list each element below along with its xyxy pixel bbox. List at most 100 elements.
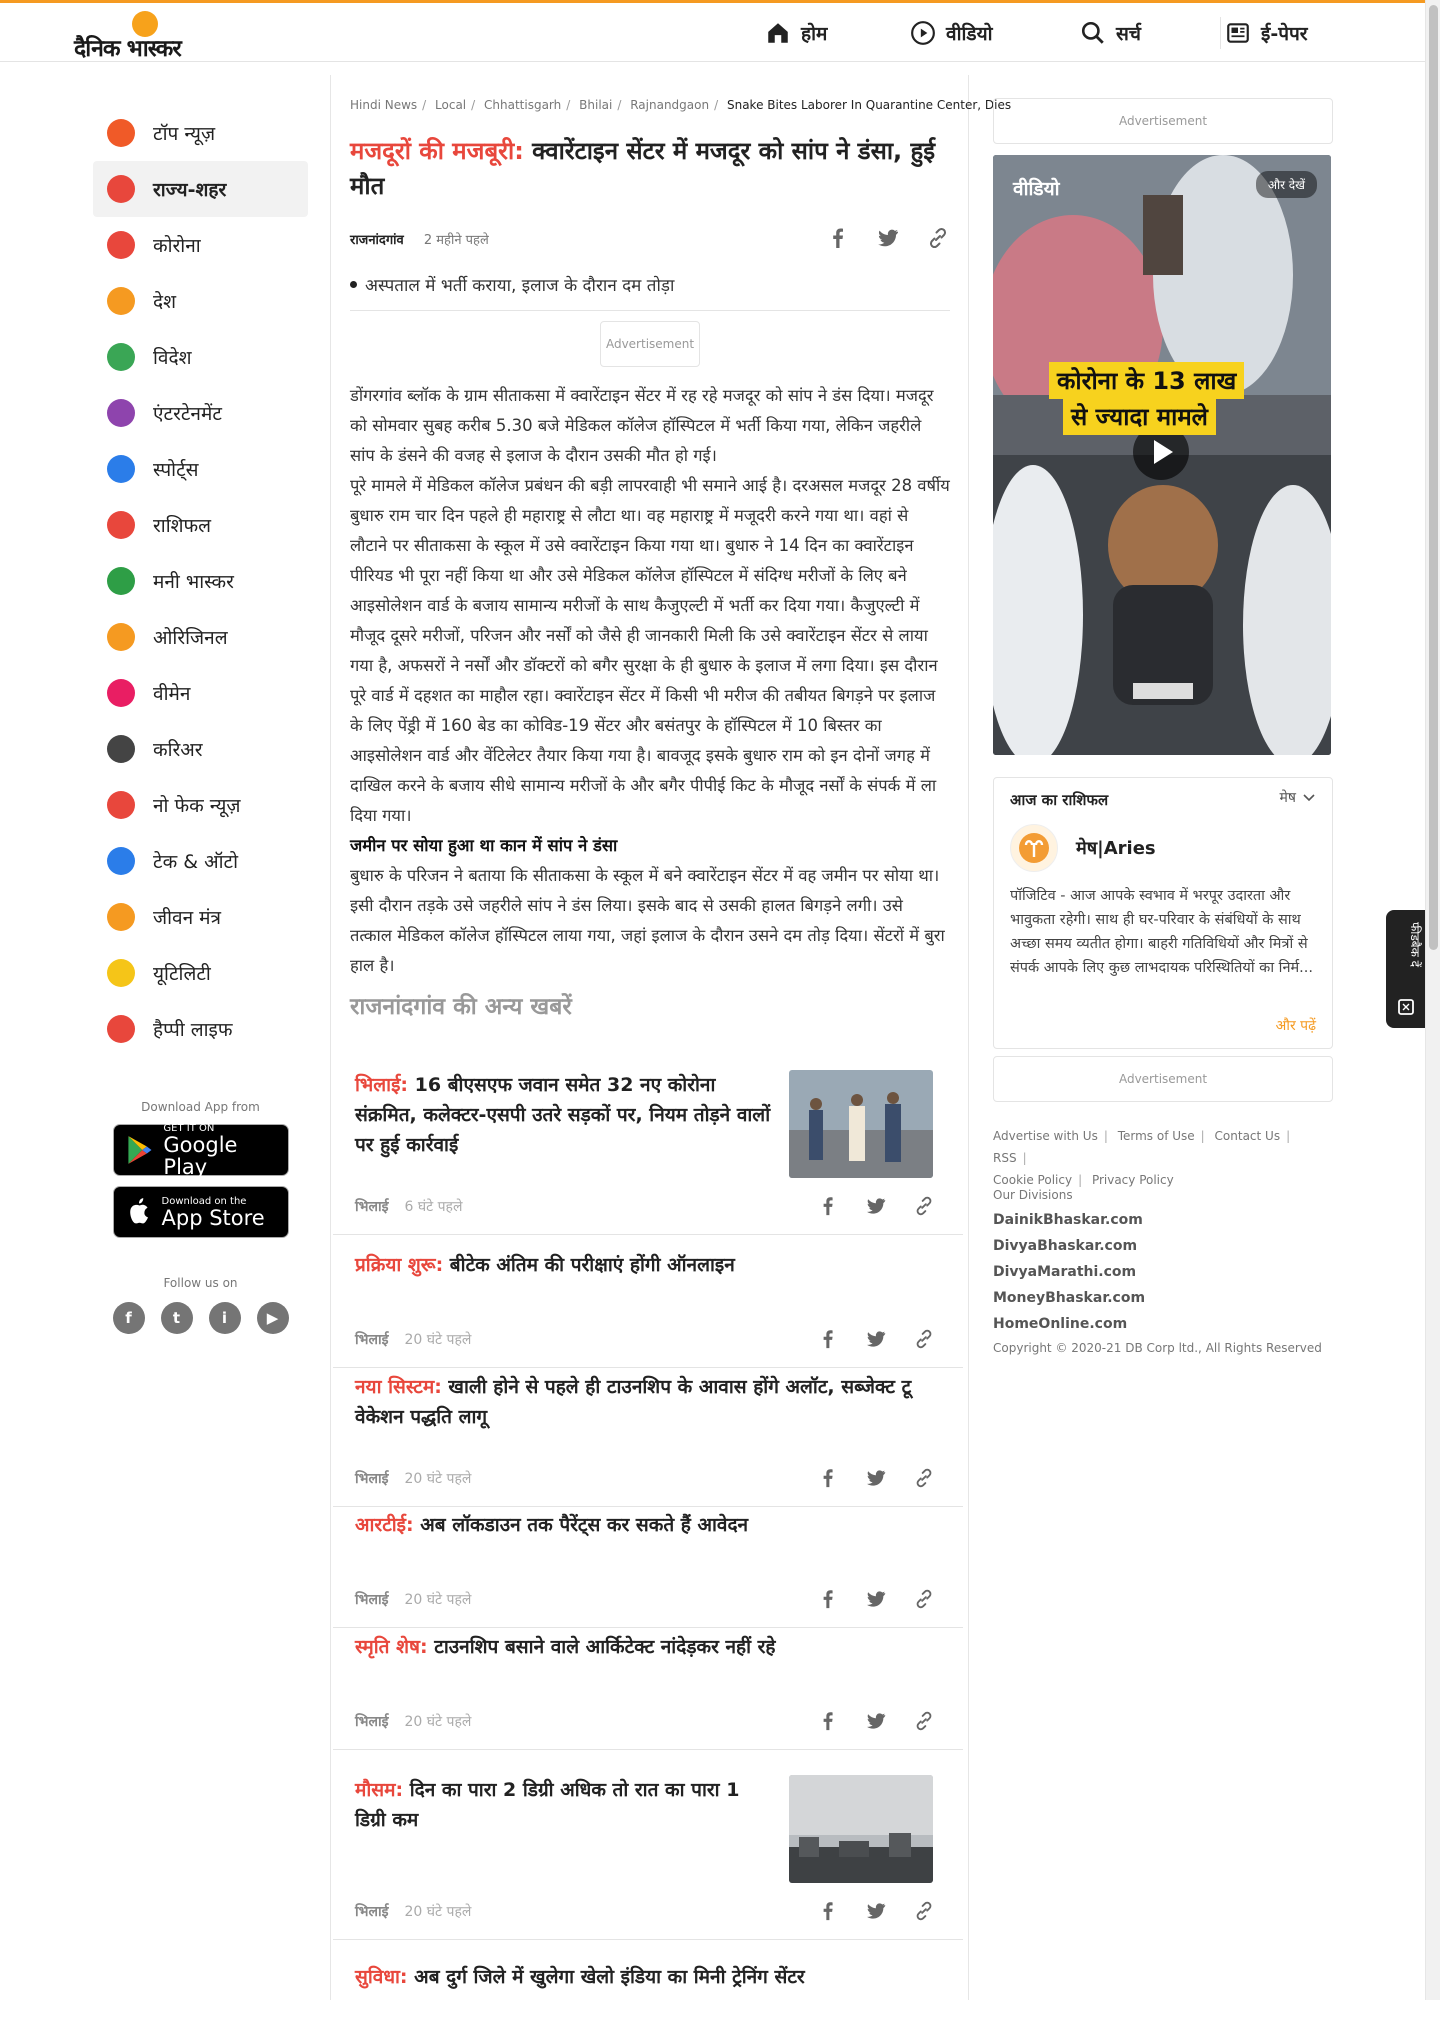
sidebar-item-13[interactable]: टेक & ऑटो [93, 833, 308, 889]
youtube-icon[interactable]: ▶ [256, 1302, 289, 1334]
article: Hindi News / Local / Chhattisgarh / Bhilai /… [350, 98, 1011, 1021]
sidebar-item-6[interactable]: स्पोर्ट्स [93, 441, 308, 497]
breadcrumb-rajnandgaon[interactable]: Rajnandgaon [630, 98, 709, 112]
article-city[interactable]: राजनांदगांव [350, 233, 404, 248]
news-item-city[interactable]: भिलाई [355, 1199, 388, 1215]
breadcrumb-bhilai[interactable]: Bhilai [579, 98, 612, 112]
scrollbar-thumb[interactable] [1429, 5, 1438, 950]
link-copy-icon[interactable] [913, 1900, 935, 1922]
twitter-share-icon[interactable] [865, 1710, 887, 1732]
facebook-share-icon[interactable] [817, 1588, 839, 1610]
sidebar-item-7[interactable]: राशिफल [93, 497, 308, 553]
news-list-item[interactable]: नया सिस्टम: खाली होने से पहले ही टाउनशिप… [333, 1372, 963, 1507]
inline-advertisement[interactable]: Advertisement [600, 321, 700, 367]
facebook-share-icon[interactable] [817, 1328, 839, 1350]
news-item-title[interactable]: आरटीई: अब लॉकडाउन तक पैरेंट्स कर सकते है… [355, 1510, 935, 1540]
sidebar-item-14[interactable]: जीवन मंत्र [93, 889, 308, 945]
twitter-share-icon[interactable] [876, 226, 900, 250]
news-item-city[interactable]: भिलाई [355, 1904, 388, 1920]
division-link-homeonline[interactable]: HomeOnline.com [993, 1311, 1333, 1337]
news-thumbnail[interactable] [789, 1070, 933, 1178]
link-copy-icon[interactable] [913, 1195, 935, 1217]
footer-rss-link[interactable]: RSS [993, 1151, 1017, 1165]
logo-text: दैनिक भास्कर [74, 35, 182, 62]
nav-epaper[interactable]: ई-पेपर [1225, 15, 1308, 51]
twitter-share-icon[interactable] [865, 1328, 887, 1350]
twitter-share-icon[interactable] [865, 1195, 887, 1217]
sidebar-item-2[interactable]: कोरोना [93, 217, 308, 273]
page-scrollbar[interactable] [1425, 0, 1440, 2000]
rail-bottom-ad[interactable]: Advertisement [993, 1056, 1333, 1102]
news-item-title[interactable]: भिलाई: 16 बीएसएफ जवान समेत 32 नए कोरोना … [355, 1070, 775, 1160]
link-copy-icon[interactable] [913, 1588, 935, 1610]
nav-video[interactable]: वीडियो [910, 15, 993, 51]
news-item-city[interactable]: भिलाई [355, 1471, 388, 1487]
division-link-dainikbhaskar[interactable]: DainikBhaskar.com [993, 1207, 1333, 1233]
news-list-item[interactable]: स्मृति शेष: टाउनशिप बसाने वाले आर्किटेक्… [333, 1632, 963, 1750]
news-list-item[interactable]: आरटीई: अब लॉकडाउन तक पैरेंट्स कर सकते है… [333, 1510, 963, 1628]
instagram-icon[interactable]: i [208, 1302, 241, 1334]
division-link-divyamarathi[interactable]: DivyaMarathi.com [993, 1259, 1333, 1285]
feedback-icon [1398, 999, 1414, 1015]
news-list-item[interactable]: सुविधा: अब दुर्ग जिले में खुलेगा खेलो इं… [333, 1962, 963, 2022]
google-play-button[interactable]: GET IT ON Google Play [112, 1123, 289, 1178]
video-widget[interactable]: वीडियो और देखें कोरोना के 13 लाख से ज्या… [993, 155, 1331, 755]
link-copy-icon[interactable] [926, 226, 950, 250]
news-item-city[interactable]: भिलाई [355, 1714, 388, 1730]
facebook-icon[interactable]: f [112, 1302, 145, 1334]
horoscope-sign-select[interactable]: मेष [1280, 788, 1316, 807]
footer-terms-link[interactable]: Terms of Use [1118, 1129, 1195, 1143]
facebook-share-icon[interactable] [826, 226, 850, 250]
footer-contact-link[interactable]: Contact Us [1215, 1129, 1281, 1143]
sidebar-item-16[interactable]: हैप्पी लाइफ [93, 1001, 308, 1057]
news-list-item[interactable]: प्रक्रिया शुरू: बीटेक अंतिम की परीक्षाएं… [333, 1250, 963, 1368]
news-list-item[interactable]: मौसम: दिन का पारा 2 डिग्री अधिक तो रात क… [333, 1775, 963, 1940]
breadcrumb-chhattisgarh[interactable]: Chhattisgarh [484, 98, 561, 112]
sidebar-item-10[interactable]: वीमेन [93, 665, 308, 721]
news-item-title[interactable]: मौसम: दिन का पारा 2 डिग्री अधिक तो रात क… [355, 1775, 775, 1835]
rail-top-ad[interactable]: Advertisement [993, 98, 1333, 144]
sidebar-item-4[interactable]: विदेश [93, 329, 308, 385]
our-divisions: Our Divisions DainikBhaskar.com DivyaBha… [993, 1183, 1333, 1355]
facebook-share-icon[interactable] [817, 1467, 839, 1489]
breadcrumb-local[interactable]: Local [435, 98, 466, 112]
sidebar-item-9[interactable]: ओरिजिनल [93, 609, 308, 665]
link-copy-icon[interactable] [913, 1328, 935, 1350]
link-copy-icon[interactable] [913, 1467, 935, 1489]
news-item-city[interactable]: भिलाई [355, 1592, 388, 1608]
sidebar-item-11[interactable]: करिअर [93, 721, 308, 777]
link-copy-icon[interactable] [913, 1710, 935, 1732]
facebook-share-icon[interactable] [817, 1195, 839, 1217]
news-item-title[interactable]: सुविधा: अब दुर्ग जिले में खुलेगा खेलो इं… [355, 1962, 935, 1992]
app-store-button[interactable]: Download on the App Store [112, 1186, 289, 1238]
news-item-city[interactable]: भिलाई [355, 1332, 388, 1348]
sidebar-item-5[interactable]: एंटरटेनमेंट [93, 385, 308, 441]
news-thumbnail[interactable] [789, 1775, 933, 1883]
site-logo[interactable]: दैनिक भास्कर [74, 11, 224, 62]
news-item-title[interactable]: नया सिस्टम: खाली होने से पहले ही टाउनशिप… [355, 1372, 935, 1432]
news-list-item[interactable]: भिलाई: 16 बीएसएफ जवान समेत 32 नए कोरोना … [333, 1070, 963, 1235]
division-link-divyabhaskar[interactable]: DivyaBhaskar.com [993, 1233, 1333, 1259]
division-link-moneybhaskar[interactable]: MoneyBhaskar.com [993, 1285, 1333, 1311]
news-item-title[interactable]: स्मृति शेष: टाउनशिप बसाने वाले आर्किटेक्… [355, 1632, 935, 1662]
sidebar-item-0[interactable]: टॉप न्यूज़ [93, 105, 308, 161]
twitter-share-icon[interactable] [865, 1467, 887, 1489]
nav-home[interactable]: होम [765, 15, 827, 51]
horoscope-read-more-link[interactable]: और पढ़ें [1276, 1016, 1316, 1035]
sidebar-item-1[interactable]: राज्य-शहर [93, 161, 308, 217]
sidebar-item-12[interactable]: नो फेक न्यूज़ [93, 777, 308, 833]
nav-search[interactable]: सर्च [1080, 15, 1141, 51]
facebook-share-icon[interactable] [817, 1900, 839, 1922]
sidebar-item-15[interactable]: यूटिलिटी [93, 945, 308, 1001]
twitter-icon[interactable]: t [160, 1302, 193, 1334]
news-item-title[interactable]: प्रक्रिया शुरू: बीटेक अंतिम की परीक्षाएं… [355, 1250, 935, 1280]
sidebar-item-8[interactable]: मनी भास्कर [93, 553, 308, 609]
video-see-more-button[interactable]: और देखें [1255, 171, 1317, 198]
breadcrumb-hindi-news[interactable]: Hindi News [350, 98, 417, 112]
twitter-share-icon[interactable] [865, 1900, 887, 1922]
feedback-tab[interactable]: फीडबैक दें [1386, 910, 1426, 1028]
footer-advertise-link[interactable]: Advertise with Us [993, 1129, 1098, 1143]
facebook-share-icon[interactable] [817, 1710, 839, 1732]
twitter-share-icon[interactable] [865, 1588, 887, 1610]
sidebar-item-3[interactable]: देश [93, 273, 308, 329]
